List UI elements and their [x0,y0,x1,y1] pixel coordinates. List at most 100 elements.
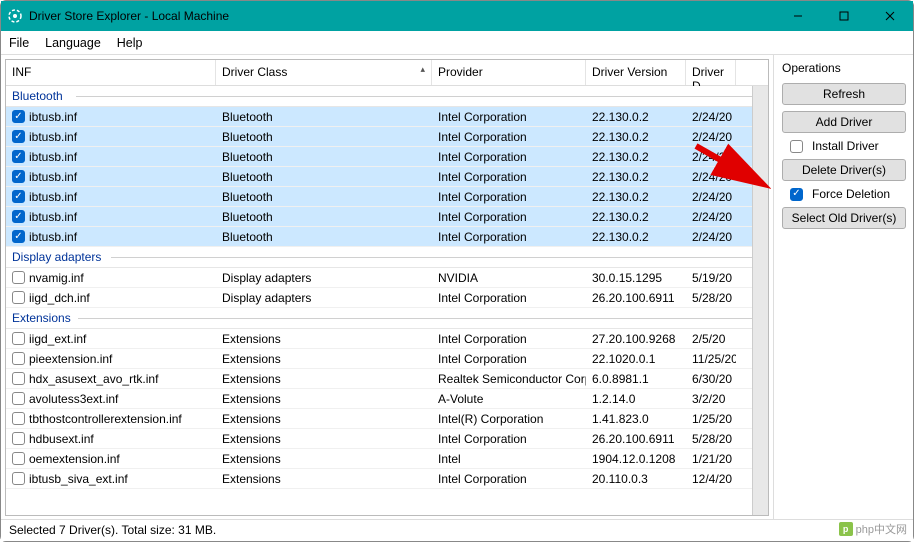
cell-version: 22.1020.0.1 [586,352,686,366]
row-checkbox[interactable] [12,412,25,425]
install-driver-option[interactable]: Install Driver [784,139,905,153]
row-checkbox[interactable] [12,271,25,284]
group-extensions[interactable]: Extensions [6,308,768,329]
window-title: Driver Store Explorer - Local Machine [29,9,775,23]
column-date[interactable]: Driver D [686,60,736,85]
cell-version: 1.41.823.0 [586,412,686,426]
cell-provider: Intel Corporation [432,130,586,144]
cell-class: Extensions [216,392,432,406]
row-checkbox[interactable] [12,110,25,123]
cell-date: 2/24/20 [686,110,736,124]
cell-provider: Intel Corporation [432,150,586,164]
cell-provider: Intel Corporation [432,110,586,124]
row-checkbox[interactable] [12,452,25,465]
cell-provider: Intel [432,452,586,466]
cell-provider: Intel Corporation [432,432,586,446]
cell-class: Extensions [216,452,432,466]
cell-inf: nvamig.inf [29,271,84,285]
cell-class: Bluetooth [216,150,432,164]
select-old-drivers-button[interactable]: Select Old Driver(s) [782,207,906,229]
cell-date: 2/24/20 [686,130,736,144]
cell-inf: ibtusb_siva_ext.inf [29,472,128,486]
cell-date: 2/24/20 [686,210,736,224]
table-row[interactable]: avolutess3ext.infExtensionsA-Volute1.2.1… [6,389,768,409]
table-row[interactable]: iigd_dch.infDisplay adaptersIntel Corpor… [6,288,768,308]
table-row[interactable]: hdx_asusext_avo_rtk.infExtensionsRealtek… [6,369,768,389]
group-display[interactable]: Display adapters [6,247,768,268]
minimize-button[interactable] [775,1,821,31]
driver-grid: INF Driver Class▴ Provider Driver Versio… [5,59,769,516]
table-row[interactable]: hdbusext.infExtensionsIntel Corporation2… [6,429,768,449]
cell-version: 22.130.0.2 [586,150,686,164]
table-row[interactable]: ibtusb.infBluetoothIntel Corporation22.1… [6,227,768,247]
row-checkbox[interactable] [12,352,25,365]
row-checkbox[interactable] [12,392,25,405]
cell-inf: hdx_asusext_avo_rtk.inf [29,372,158,386]
watermark-logo-icon: p [839,522,853,536]
cell-inf: tbthostcontrollerextension.inf [29,412,182,426]
cell-version: 22.130.0.2 [586,170,686,184]
row-checkbox[interactable] [12,150,25,163]
cell-version: 22.130.0.2 [586,210,686,224]
row-checkbox[interactable] [12,432,25,445]
column-class[interactable]: Driver Class▴ [216,60,432,85]
table-row[interactable]: ibtusb.infBluetoothIntel Corporation22.1… [6,107,768,127]
cell-inf: avolutess3ext.inf [29,392,118,406]
table-row[interactable]: nvamig.infDisplay adaptersNVIDIA30.0.15.… [6,268,768,288]
maximize-button[interactable] [821,1,867,31]
menu-language[interactable]: Language [45,36,101,50]
cell-version: 6.0.8981.1 [586,372,686,386]
cell-provider: Intel(R) Corporation [432,412,586,426]
table-row[interactable]: pieextension.infExtensionsIntel Corporat… [6,349,768,369]
table-row[interactable]: ibtusb.infBluetoothIntel Corporation22.1… [6,167,768,187]
table-row[interactable]: ibtusb.infBluetoothIntel Corporation22.1… [6,207,768,227]
table-row[interactable]: tbthostcontrollerextension.infExtensions… [6,409,768,429]
cell-class: Bluetooth [216,130,432,144]
install-driver-checkbox[interactable] [790,140,803,153]
table-row[interactable]: ibtusb.infBluetoothIntel Corporation22.1… [6,147,768,167]
row-checkbox[interactable] [12,230,25,243]
cell-provider: Intel Corporation [432,190,586,204]
sort-indicator-icon: ▴ [420,64,425,75]
refresh-button[interactable]: Refresh [782,83,906,105]
operations-panel: Operations Refresh Add Driver Install Dr… [773,55,913,520]
cell-version: 22.130.0.2 [586,190,686,204]
column-inf[interactable]: INF [6,60,216,85]
row-checkbox[interactable] [12,190,25,203]
cell-date: 1/25/20 [686,412,736,426]
group-bluetooth[interactable]: Bluetooth [6,86,768,107]
grid-body[interactable]: Bluetooth ibtusb.infBluetoothIntel Corpo… [6,86,768,515]
add-driver-button[interactable]: Add Driver [782,111,906,133]
watermark: p php中文网 [839,521,907,537]
cell-date: 1/21/20 [686,452,736,466]
table-row[interactable]: ibtusb_siva_ext.infExtensionsIntel Corpo… [6,469,768,489]
cell-provider: Realtek Semiconductor Corp. [432,372,586,386]
row-checkbox[interactable] [12,210,25,223]
row-checkbox[interactable] [12,372,25,385]
table-row[interactable]: ibtusb.infBluetoothIntel Corporation22.1… [6,127,768,147]
menu-help[interactable]: Help [117,36,143,50]
cell-date: 3/2/20 [686,392,736,406]
force-deletion-option[interactable]: Force Deletion [784,187,905,201]
row-checkbox[interactable] [12,332,25,345]
row-checkbox[interactable] [12,170,25,183]
row-checkbox[interactable] [12,130,25,143]
force-deletion-checkbox[interactable] [790,188,803,201]
table-row[interactable]: oemextension.infExtensionsIntel1904.12.0… [6,449,768,469]
column-version[interactable]: Driver Version [586,60,686,85]
cell-inf: iigd_dch.inf [29,291,90,305]
table-row[interactable]: iigd_ext.infExtensionsIntel Corporation2… [6,329,768,349]
row-checkbox[interactable] [12,291,25,304]
column-provider[interactable]: Provider [432,60,586,85]
delete-drivers-button[interactable]: Delete Driver(s) [782,159,906,181]
table-row[interactable]: ibtusb.infBluetoothIntel Corporation22.1… [6,187,768,207]
cell-class: Bluetooth [216,170,432,184]
menu-file[interactable]: File [9,36,29,50]
cell-version: 30.0.15.1295 [586,271,686,285]
close-button[interactable] [867,1,913,31]
cell-class: Display adapters [216,271,432,285]
grid-header: INF Driver Class▴ Provider Driver Versio… [6,60,768,86]
operations-title: Operations [782,61,905,75]
row-checkbox[interactable] [12,472,25,485]
cell-version: 26.20.100.6911 [586,291,686,305]
